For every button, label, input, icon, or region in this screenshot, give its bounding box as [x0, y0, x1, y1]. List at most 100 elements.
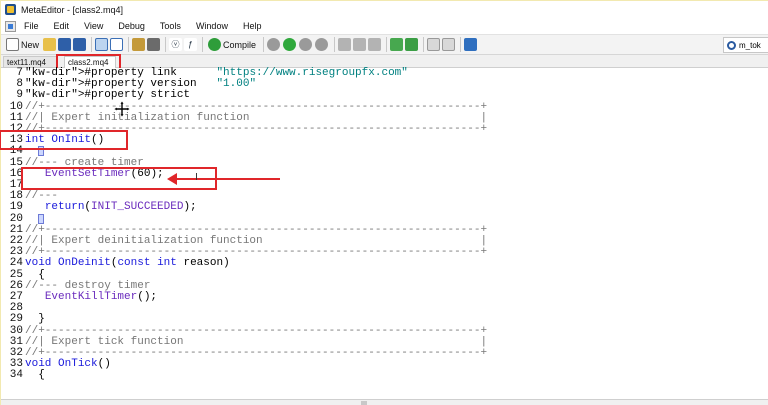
code-line[interactable]: 21//+-----------------------------------…: [1, 223, 768, 236]
menu-debug[interactable]: Debug: [118, 21, 145, 31]
stop-icon[interactable]: [315, 38, 329, 51]
line-number: 34: [9, 369, 23, 382]
code-text: "kw-dir">#property link "https://www.ris…: [25, 67, 408, 79]
line-number: 20: [9, 212, 23, 225]
menu-bar: File Edit View Debug Tools Window Help: [1, 18, 768, 34]
code-line[interactable]: 32//+-----------------------------------…: [1, 347, 768, 359]
line-number: 8: [16, 78, 23, 91]
code-line[interactable]: 29 }: [1, 314, 768, 325]
move-cursor-icon: [114, 101, 130, 117]
code-line[interactable]: 33 void OnTick(): [1, 358, 768, 371]
style-dropdown-icon[interactable]: [132, 38, 146, 51]
code-line[interactable]: 27 EventKillTimer();: [1, 291, 768, 303]
brace-match-marker: [38, 213, 45, 224]
code-text: {: [25, 268, 45, 281]
compile-button[interactable]: Compile: [206, 36, 258, 53]
oninit-highlight-box: [0, 130, 128, 150]
step-over-icon[interactable]: [353, 38, 367, 51]
insert-resource-icon[interactable]: [147, 38, 161, 51]
code-text: "kw-dir">#property version "1.00": [25, 78, 257, 91]
start-debug-icon[interactable]: [283, 38, 297, 51]
code-text: void OnTick(): [25, 358, 111, 371]
code-line[interactable]: 9 "kw-dir">#property strict: [1, 90, 768, 101]
menu-edit[interactable]: Edit: [54, 21, 70, 31]
code-line[interactable]: 20: [1, 212, 768, 226]
step-into-icon[interactable]: [338, 38, 352, 51]
copy-icon[interactable]: [427, 38, 441, 51]
function-icon[interactable]: ƒ: [184, 38, 198, 51]
save-icon[interactable]: [58, 38, 72, 51]
code-line[interactable]: 34 {: [1, 370, 768, 381]
menu-window[interactable]: Window: [196, 21, 228, 31]
code-line[interactable]: 7 "kw-dir">#property link "https://www.ri…: [1, 67, 768, 79]
line-number: 23: [9, 246, 23, 259]
line-number: 32: [9, 347, 23, 359]
toolbar-separator: [202, 37, 204, 52]
toolbox-icon[interactable]: [110, 38, 124, 51]
menu-view[interactable]: View: [84, 21, 103, 31]
compile-check-icon: [208, 38, 222, 51]
code-text: {: [25, 369, 45, 382]
menu-tools[interactable]: Tools: [160, 21, 181, 31]
terminal-icon[interactable]: [464, 38, 478, 51]
scroll-thumb[interactable]: [361, 401, 367, 405]
code-text: //+-------------------------------------…: [25, 100, 488, 113]
new-file-icon: [6, 38, 19, 51]
pause-icon[interactable]: [299, 38, 313, 51]
open-folder-icon[interactable]: [43, 38, 57, 51]
code-line[interactable]: 23//+-----------------------------------…: [1, 246, 768, 259]
code-line[interactable]: 8 "kw-dir">#property version "1.00": [1, 78, 768, 91]
line-number: 21: [9, 223, 23, 236]
toolbar-separator: [460, 37, 462, 52]
code-text: //--- destroy timer: [25, 279, 151, 292]
code-editor[interactable]: 34 {33 void OnTick() 32//+----------------…: [0, 67, 768, 399]
run-icon[interactable]: [405, 38, 419, 51]
line-number: 31: [9, 335, 23, 348]
code-line[interactable]: 19 return(INIT_SUCCEEDED);: [1, 202, 768, 213]
text-cursor-icon: I: [195, 172, 198, 183]
line-number: 17: [9, 179, 23, 191]
main-toolbar: New ⓥ ƒ Compile m_tok: [1, 34, 768, 55]
line-number: 18: [9, 190, 23, 203]
breakpoint-icon[interactable]: [267, 38, 281, 51]
line-number: 11: [9, 111, 23, 124]
editor-window: MetaEditor - [class2.mq4] File Edit View…: [0, 0, 768, 405]
code-line[interactable]: 31//| Expert tick function |: [1, 335, 768, 348]
line-number: 19: [9, 201, 23, 214]
navigator-icon[interactable]: [95, 38, 109, 51]
paste-icon[interactable]: [442, 38, 456, 51]
code-line[interactable]: 22//| Expert deinitialization function |: [1, 235, 768, 247]
search-box[interactable]: m_tok: [723, 37, 768, 53]
code-line[interactable]: 25 {: [1, 268, 768, 281]
line-number: 15: [9, 156, 23, 169]
line-number: 29: [9, 313, 23, 326]
line-number: 9: [16, 89, 23, 102]
menu-file[interactable]: File: [24, 21, 39, 31]
save-all-icon[interactable]: [73, 38, 87, 51]
code-line[interactable]: 28: [1, 302, 768, 314]
code-text: //+-------------------------------------…: [25, 347, 488, 359]
code-text: //| Expert tick function |: [25, 335, 488, 348]
code-line[interactable]: 18//---: [1, 190, 768, 203]
line-number: 26: [9, 279, 23, 292]
code-line[interactable]: 30//+-----------------------------------…: [1, 325, 768, 337]
new-button[interactable]: New: [4, 36, 41, 53]
toolbar-separator: [263, 37, 265, 52]
menu-help[interactable]: Help: [243, 21, 262, 31]
title-bar: MetaEditor - [class2.mq4]: [1, 1, 768, 18]
variable-icon[interactable]: ⓥ: [169, 38, 183, 51]
code-text: //| Expert initialization function |: [25, 111, 488, 124]
profile-icon[interactable]: [390, 38, 404, 51]
gear-icon: [727, 40, 736, 50]
step-out-icon[interactable]: [368, 38, 382, 51]
code-line[interactable]: 24 void OnDeinit(const int reason): [1, 258, 768, 269]
toolbar-separator: [334, 37, 336, 52]
toolbar-separator: [423, 37, 425, 52]
search-box-value: m_tok: [739, 40, 761, 50]
document-icon[interactable]: [5, 20, 16, 32]
code-text: "kw-dir">#property strict: [25, 89, 191, 102]
code-text: [25, 213, 45, 226]
code-line[interactable]: 26//--- destroy timer: [1, 279, 768, 292]
new-button-label: New: [21, 39, 40, 50]
status-bar: [1, 399, 768, 405]
